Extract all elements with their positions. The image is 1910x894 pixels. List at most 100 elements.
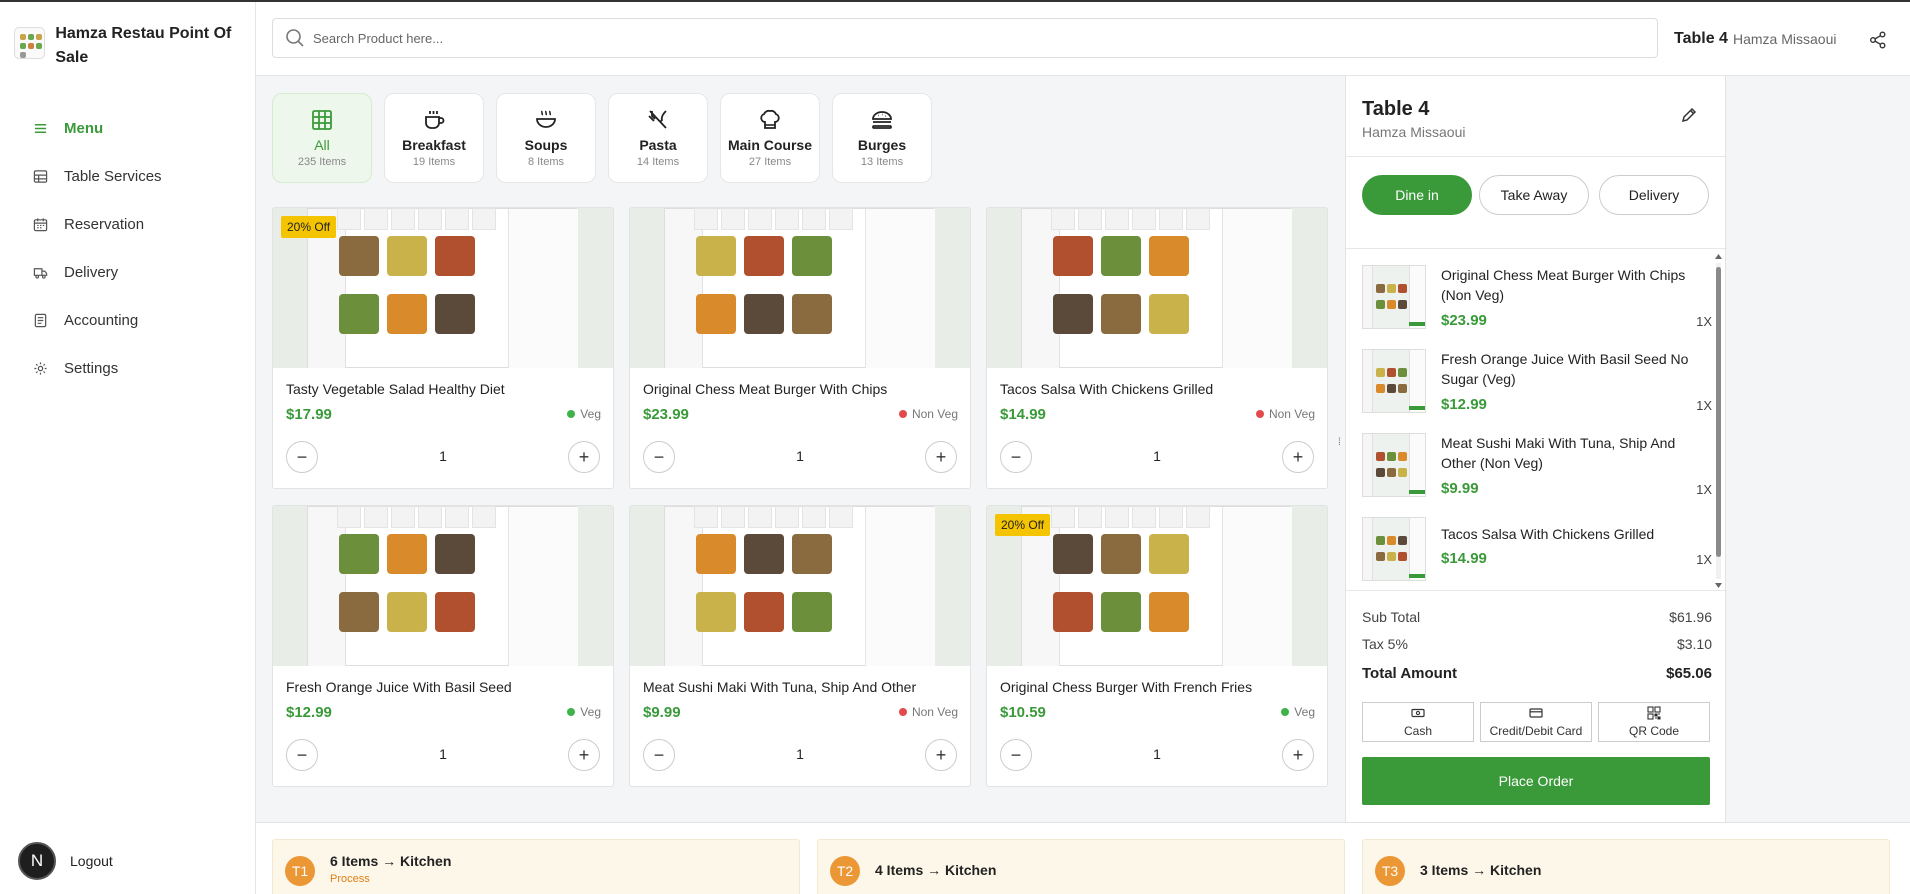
sidebar-item-label: Table Services (64, 167, 162, 185)
order-item[interactable]: Tacos Salsa With Chickens Grilled $14.99… (1362, 517, 1712, 587)
product-image-sidebar (665, 507, 703, 666)
scrollbar-thumb[interactable] (1716, 267, 1721, 557)
product-price: $23.99 (643, 406, 689, 423)
product-card[interactable]: Tacos Salsa With Chickens Grilled $14.99… (986, 207, 1328, 489)
order-table-title: Table 4 (1362, 98, 1430, 120)
avatar: N (18, 842, 56, 880)
category-tabs: All 235 Items Breakfast 19 Items Soups 8… (272, 93, 932, 183)
thumbnail-tab (364, 506, 388, 528)
kitchen-ticket-t2[interactable]: T2 4 Items → Kitchen (817, 839, 1345, 894)
category-name: Breakfast (402, 137, 466, 153)
pay-cash-button[interactable]: Cash (1362, 702, 1474, 742)
subtotal-row: Sub Total $61.96 (1362, 609, 1712, 625)
thumb-food (1398, 368, 1407, 377)
thumbnail-tab (391, 208, 415, 230)
order-item-thumbnail (1362, 349, 1426, 413)
product-image: 20% Off (273, 208, 613, 368)
product-image (630, 506, 970, 666)
thumbnail-tab (1186, 208, 1210, 230)
quantity-value: 1 (439, 448, 447, 464)
category-count: 8 Items (527, 156, 565, 168)
thumbnail-tab (829, 506, 853, 528)
sidebar-item-accounting[interactable]: Accounting (0, 296, 255, 344)
quantity-increase-button[interactable]: + (1282, 441, 1314, 473)
quantity-increase-button[interactable]: + (925, 739, 957, 771)
thumbnail-tab (775, 208, 799, 230)
pay-card-button[interactable]: Credit/Debit Card (1480, 702, 1592, 742)
thumbnail-tab (1132, 208, 1156, 230)
quantity-increase-button[interactable]: + (925, 441, 957, 473)
sidebar-item-reservation[interactable]: Reservation (0, 200, 255, 248)
diet-dot-icon (1255, 410, 1264, 418)
truck-icon (33, 267, 48, 279)
order-item[interactable]: Meat Sushi Maki With Tuna, Ship And Othe… (1362, 433, 1712, 503)
thumbnail-food-tile (744, 534, 784, 574)
plus-icon: + (578, 744, 590, 765)
category-all[interactable]: All 235 Items (272, 93, 372, 183)
kitchen-ticket-t3[interactable]: T3 3 Items → Kitchen (1362, 839, 1890, 894)
category-name: Burges (857, 137, 907, 153)
place-order-button[interactable]: Place Order (1362, 757, 1710, 805)
category-main-course[interactable]: Main Course 27 Items (720, 93, 820, 183)
product-name: Meat Sushi Maki With Tuna, Ship And Othe… (643, 679, 917, 695)
logout-button[interactable]: N Logout (18, 842, 113, 880)
kitchen-ticket-text: 3 Items → Kitchen (1420, 862, 1542, 878)
product-diet-type: Non Veg (1255, 407, 1315, 421)
thumbnail-food-tile (339, 236, 379, 276)
scroll-up-icon[interactable] (1714, 253, 1723, 260)
product-image-screen (307, 208, 578, 368)
diet-dot-icon (567, 410, 576, 418)
thumbnail-tab (694, 506, 718, 528)
diet-dot-icon (567, 708, 576, 716)
sidebar-item-settings[interactable]: Settings (0, 344, 255, 392)
diet-dot-icon (898, 410, 907, 418)
category-count: 14 Items (636, 156, 680, 168)
category-soups[interactable]: Soups 8 Items (496, 93, 596, 183)
category-burges[interactable]: Burges 13 Items (832, 93, 932, 183)
order-item[interactable]: Fresh Orange Juice With Basil Seed No Su… (1362, 349, 1712, 419)
order-item-name: Fresh Orange Juice With Basil Seed No Su… (1441, 351, 1689, 387)
thumbnail-food-tile (792, 534, 832, 574)
sidebar-item-delivery[interactable]: Delivery (0, 248, 255, 296)
category-pasta[interactable]: Pasta 14 Items (608, 93, 708, 183)
order-item[interactable]: Original Chess Meat Burger With Chips (N… (1362, 265, 1712, 335)
thumbnail-food-tile (1149, 294, 1189, 334)
order-type-dine-in[interactable]: Dine in (1362, 175, 1472, 215)
product-card[interactable]: Fresh Orange Juice With Basil Seed $12.9… (272, 505, 614, 787)
quantity-increase-button[interactable]: + (1282, 739, 1314, 771)
order-type-take-away[interactable]: Take Away (1479, 175, 1589, 215)
quantity-increase-button[interactable]: + (568, 739, 600, 771)
product-card[interactable]: Original Chess Meat Burger With Chips $2… (629, 207, 971, 489)
sidebar-item-menu[interactable]: Menu (0, 104, 255, 152)
thumb-food (1376, 284, 1385, 293)
scroll-down-icon[interactable] (1714, 582, 1723, 589)
order-item-price: $12.99 (1441, 396, 1487, 413)
product-image (630, 208, 970, 368)
thumb-orders (1409, 266, 1425, 328)
share-icon[interactable] (1868, 30, 1888, 50)
thumb-orders (1409, 350, 1425, 412)
discount-badge: 20% Off (281, 216, 337, 238)
quantity-increase-button[interactable]: + (568, 441, 600, 473)
thumbnail-food-tile (1101, 236, 1141, 276)
product-card[interactable]: 20% Off Original Chess Burger With Frenc… (986, 505, 1328, 787)
product-image-screen (664, 506, 935, 666)
thumb-food (1398, 452, 1407, 461)
order-item-qty: 1X (1696, 398, 1712, 413)
search-input[interactable] (313, 30, 1613, 46)
thumb-food (1387, 384, 1396, 393)
product-card[interactable]: 20% Off Tasty Vegetable Salad Healthy Di… (272, 207, 614, 489)
sidebar-item-table-services[interactable]: Table Services (0, 152, 255, 200)
product-card[interactable]: Meat Sushi Maki With Tuna, Ship And Othe… (629, 505, 971, 787)
category-name: Soups (524, 137, 568, 153)
pay-qr-button[interactable]: QR Code (1598, 702, 1710, 742)
thumb-food (1398, 468, 1407, 477)
order-type-delivery[interactable]: Delivery (1599, 175, 1709, 215)
panel-resize-handle[interactable]: ⁞ (1338, 438, 1346, 456)
thumbnail-food-tile (387, 534, 427, 574)
order-list-scrollbar[interactable] (1713, 253, 1723, 589)
kitchen-ticket-t1[interactable]: T1 6 Items → Kitchen Process (272, 839, 800, 894)
category-breakfast[interactable]: Breakfast 19 Items (384, 93, 484, 183)
edit-icon[interactable] (1680, 106, 1698, 124)
thumbnail-food-tile (1053, 236, 1093, 276)
